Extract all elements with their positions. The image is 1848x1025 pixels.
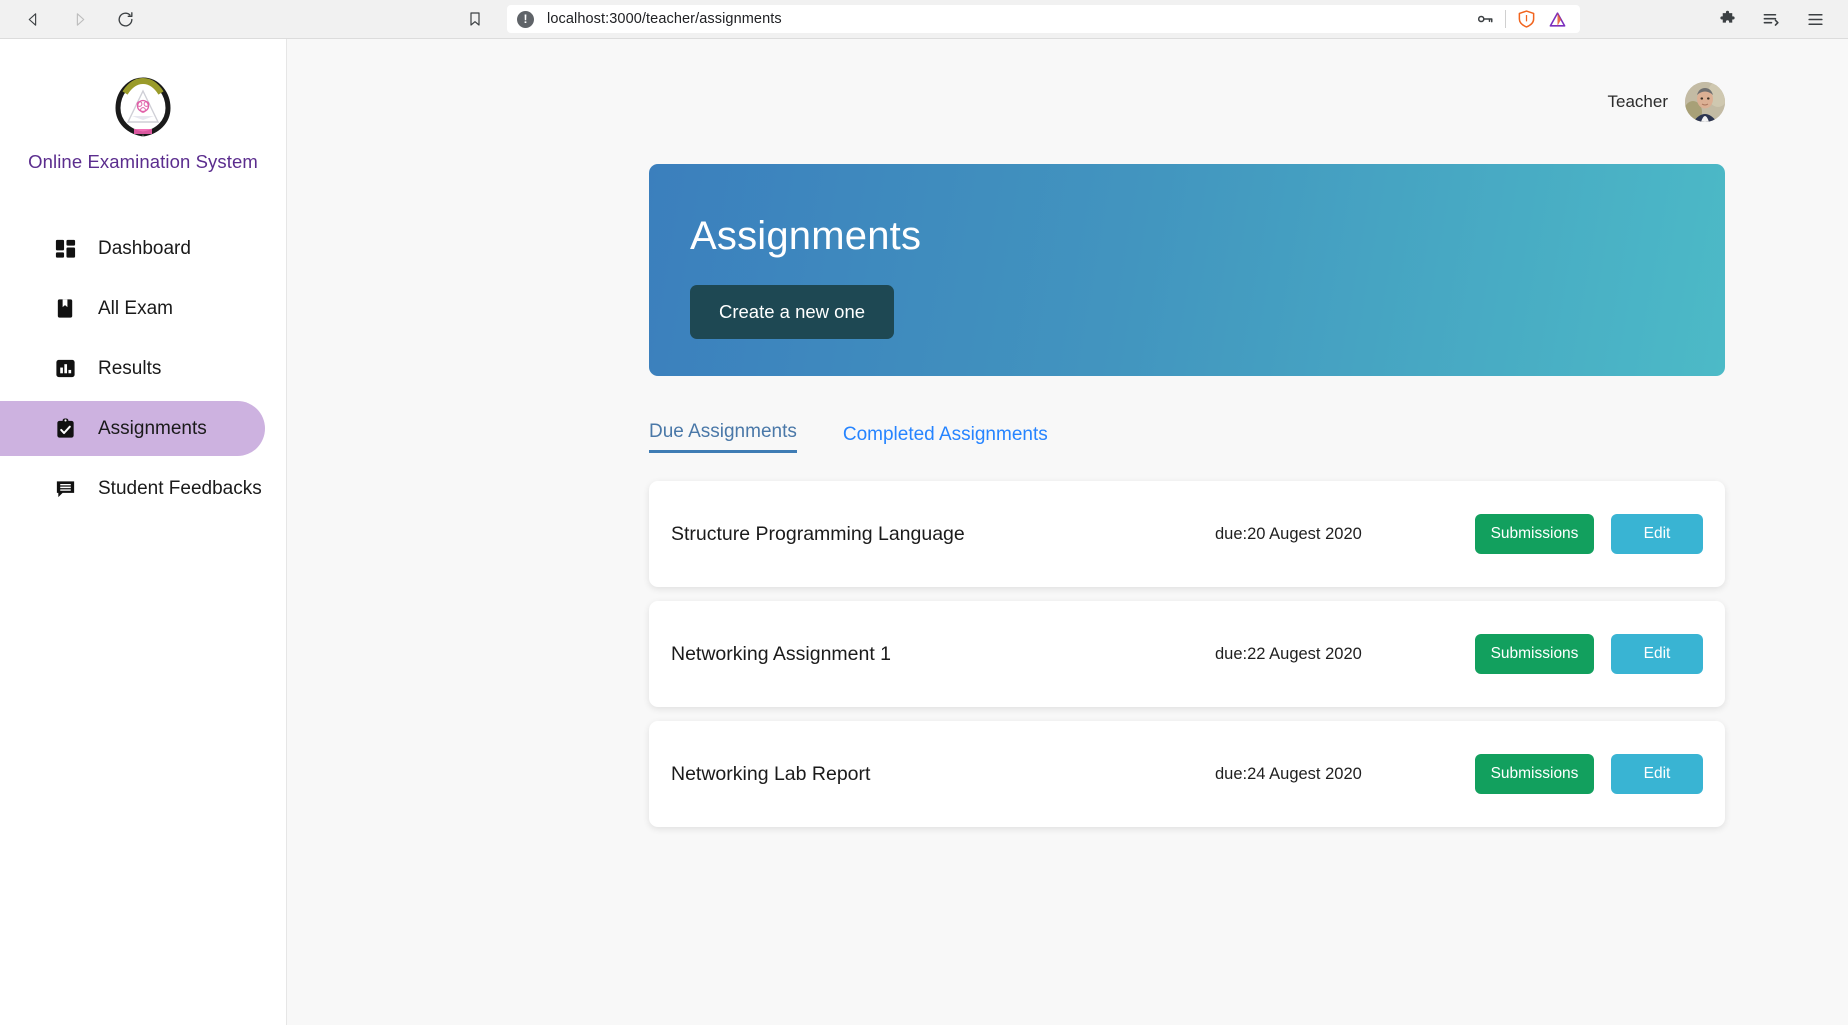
browser-nav-buttons — [10, 6, 138, 32]
bar-chart-icon — [54, 357, 77, 380]
url-text: localhost:3000/teacher/assignments — [547, 11, 782, 27]
dashboard-grid-icon — [54, 237, 77, 260]
sidebar-item-label: Student Feedbacks — [98, 477, 262, 499]
reload-button[interactable] — [112, 6, 138, 32]
address-bar[interactable]: ! localhost:3000/teacher/assignments — [507, 5, 1580, 33]
table-row: Structure Programming Language due:20 Au… — [649, 481, 1725, 587]
page-title: Assignments — [690, 214, 922, 258]
hamburger-menu-icon[interactable] — [1804, 8, 1826, 30]
sidebar-item-label: All Exam — [98, 297, 173, 319]
sidebar-item-assignments[interactable]: Assignments — [0, 401, 265, 456]
sidebar-nav: Dashboard All Exam Results Assignments S… — [0, 221, 286, 516]
bookmark-icon[interactable] — [463, 7, 487, 31]
top-user-bar: Teacher — [287, 39, 1796, 164]
clipboard-check-icon — [54, 417, 77, 440]
brave-shield-icon[interactable] — [1515, 8, 1537, 30]
brand-title: Online Examination System — [28, 151, 258, 172]
avatar[interactable] — [1685, 81, 1725, 122]
brave-rewards-triangle-icon[interactable] — [1546, 8, 1568, 30]
assignment-due-date: due:20 Augest 2020 — [1215, 524, 1362, 543]
sidebar-item-all-exam[interactable]: All Exam — [0, 281, 286, 336]
row-actions: Submissions Edit — [1475, 634, 1703, 674]
assignment-due-date: due:22 Augest 2020 — [1215, 644, 1362, 663]
book-bookmark-icon — [54, 297, 77, 320]
sidebar-item-label: Results — [98, 357, 162, 379]
sidebar-item-label: Assignments — [98, 417, 207, 439]
brand: Online Examination System — [0, 77, 286, 173]
tab-completed-assignments[interactable]: Completed Assignments — [843, 424, 1048, 453]
sidebar: Online Examination System Dashboard All … — [0, 39, 287, 1025]
user-role-label: Teacher — [1607, 91, 1668, 111]
submissions-button[interactable]: Submissions — [1475, 754, 1594, 794]
browser-toolbar: ! localhost:3000/teacher/assignments — [0, 0, 1848, 39]
back-button[interactable] — [20, 6, 46, 32]
sidebar-item-label: Dashboard — [98, 237, 191, 259]
sidebar-item-student-feedbacks[interactable]: Student Feedbacks — [0, 461, 286, 516]
assignment-title: Structure Programming Language — [671, 522, 965, 545]
edit-button[interactable]: Edit — [1611, 634, 1703, 674]
divider — [1505, 10, 1506, 28]
submissions-button[interactable]: Submissions — [1475, 514, 1594, 554]
assignment-due-date: due:24 Augest 2020 — [1215, 764, 1362, 783]
assignment-title: Networking Lab Report — [671, 762, 871, 785]
app-root: Online Examination System Dashboard All … — [0, 39, 1848, 1025]
browser-right-icons — [1716, 8, 1838, 30]
tab-due-assignments[interactable]: Due Assignments — [649, 421, 797, 453]
sidebar-item-results[interactable]: Results — [0, 341, 286, 396]
row-actions: Submissions Edit — [1475, 514, 1703, 554]
edit-button[interactable]: Edit — [1611, 754, 1703, 794]
reading-list-icon[interactable] — [1760, 8, 1782, 30]
sidebar-item-dashboard[interactable]: Dashboard — [0, 221, 286, 276]
assignment-tabs: Due Assignments Completed Assignments — [649, 421, 1796, 453]
address-bar-icons — [1474, 8, 1570, 30]
forward-button[interactable] — [66, 6, 92, 32]
table-row: Networking Assignment 1 due:22 Augest 20… — [649, 601, 1725, 707]
row-actions: Submissions Edit — [1475, 754, 1703, 794]
university-crest-logo — [115, 77, 171, 137]
create-new-assignment-button[interactable]: Create a new one — [690, 285, 895, 339]
submissions-button[interactable]: Submissions — [1475, 634, 1594, 674]
key-icon[interactable] — [1474, 8, 1496, 30]
table-row: Networking Lab Report due:24 Augest 2020… — [649, 721, 1725, 827]
assignment-title: Networking Assignment 1 — [671, 642, 892, 665]
hero-banner: Assignments Create a new one — [649, 164, 1725, 376]
comment-bubble-icon — [54, 477, 77, 500]
not-secure-info-icon[interactable]: ! — [517, 10, 534, 28]
edit-button[interactable]: Edit — [1611, 514, 1703, 554]
assignment-list: Structure Programming Language due:20 Au… — [649, 481, 1725, 827]
main-content: Teacher Assignments Create a new one Due… — [287, 39, 1848, 1025]
puzzle-piece-icon[interactable] — [1716, 8, 1738, 30]
